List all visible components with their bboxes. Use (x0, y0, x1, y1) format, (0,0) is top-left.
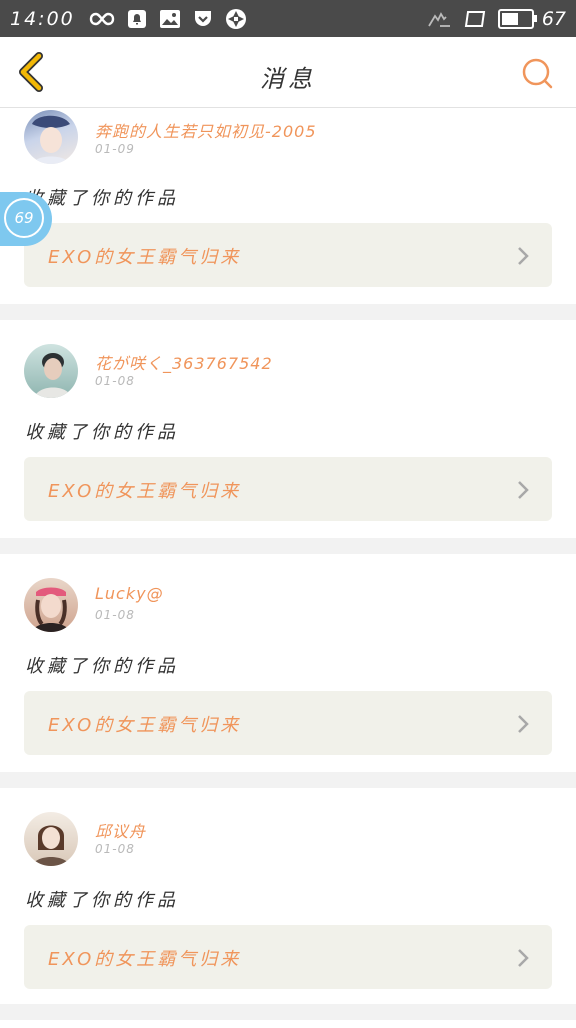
hand-gesture-icon (426, 9, 452, 29)
work-link[interactable]: EXO的女王霸气归来 (24, 457, 552, 521)
image-icon (159, 9, 181, 29)
work-title: EXO的女王霸气归来 (48, 715, 242, 736)
work-link[interactable]: EXO的女王霸气归来 (24, 691, 552, 755)
list-item: Lucky@ 01-08 收藏了你的作品 EXO的女王霸气归来 (0, 554, 576, 772)
tablet-icon (464, 10, 486, 28)
chevron-right-icon (518, 715, 529, 733)
notification-bell-icon (127, 9, 147, 29)
battery-icon (497, 8, 537, 29)
work-title: EXO的女王霸气归来 (48, 247, 242, 268)
action-text: 收藏了你的作品 (25, 422, 179, 443)
message-date: 01-09 (95, 142, 135, 156)
message-date: 01-08 (95, 842, 135, 856)
action-text: 收藏了你的作品 (25, 656, 179, 677)
username[interactable]: 邱议舟 (95, 818, 146, 842)
avatar[interactable] (24, 812, 78, 866)
work-link[interactable]: EXO的女王霸气归来 (24, 925, 552, 989)
avatar[interactable] (24, 110, 78, 164)
message-date: 01-08 (95, 374, 135, 388)
page-title: 消息 (260, 65, 316, 93)
username[interactable]: Lucky@ (95, 584, 164, 603)
chevron-right-icon (518, 481, 529, 499)
message-date: 01-08 (95, 608, 135, 622)
avatar[interactable] (24, 578, 78, 632)
work-title: EXO的女王霸气归来 (48, 949, 242, 970)
chevron-right-icon (518, 247, 529, 265)
username[interactable]: 奔跑的人生若只如初见-2005 (95, 118, 317, 142)
badge-count: 69 (4, 198, 44, 238)
list-item: 邱议舟 01-08 收藏了你的作品 EXO的女王霸气归来 (0, 788, 576, 1004)
username[interactable]: 花が咲く_363767542 (95, 350, 273, 374)
action-text: 收藏了你的作品 (25, 890, 179, 911)
list-item (0, 1020, 576, 1028)
aperture-icon (225, 8, 247, 30)
battery-level: 67 (541, 7, 566, 30)
floating-count-badge[interactable]: 69 (0, 192, 52, 246)
infinity-icon (89, 12, 115, 26)
work-link[interactable]: EXO的女王霸气归来 (24, 223, 552, 287)
list-item: 花が咲く_363767542 01-08 收藏了你的作品 EXO的女王霸气归来 (0, 320, 576, 538)
work-title: EXO的女王霸气归来 (48, 481, 242, 502)
avatar[interactable] (24, 344, 78, 398)
status-time: 14:00 (10, 7, 75, 30)
search-button[interactable] (520, 56, 554, 90)
nav-bar: 消息 (0, 37, 576, 108)
chevron-right-icon (518, 949, 529, 967)
status-bar: 14:00 67 (0, 0, 576, 37)
list-item: 奔跑的人生若只如初见-2005 01-09 收藏了你的作品 EXO的女王霸气归来 (0, 108, 576, 304)
search-icon (522, 58, 553, 89)
pocket-icon (193, 9, 213, 29)
